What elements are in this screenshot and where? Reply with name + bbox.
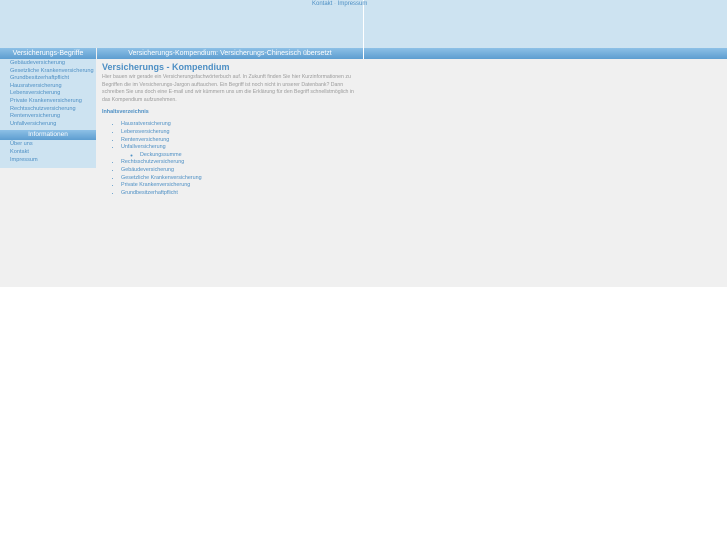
toc-item-gebaeudeversicherung[interactable]: Gebäudeversicherung: [121, 167, 360, 175]
sidebar-terms: Gebäudeversicherung Gesetzliche Krankenv…: [0, 59, 96, 131]
toc-item-gesetzliche-krankenversicherung[interactable]: Gesetzliche Krankenversicherung: [121, 175, 360, 183]
toc-item-rechtsschutzversicherung[interactable]: Rechtsschutzversicherung: [121, 159, 360, 167]
top-links: Kontakt · Impressum: [312, 1, 367, 7]
sidebar-item-gesetzliche-krankenversicherung[interactable]: Gesetzliche Krankenversicherung: [0, 68, 96, 76]
toc-item-unfallversicherung-link[interactable]: Unfallversicherung: [121, 144, 166, 150]
sidebar-item-lebensversicherung[interactable]: Lebensversicherung: [0, 90, 96, 98]
toc-item-grundbesitzerhaftpflicht[interactable]: Grundbesitzerhaftpflicht: [121, 190, 360, 198]
toc-item-rentenversicherung[interactable]: Rentenversicherung: [121, 137, 360, 145]
toplink-impressum[interactable]: Impressum: [338, 1, 368, 7]
main-content: Versicherungs - Kompendium Hier bauen wi…: [102, 60, 360, 197]
toplink-kontakt[interactable]: Kontakt: [312, 1, 332, 7]
sidebar-item-impressum[interactable]: Impressum: [0, 157, 96, 165]
main-title-bar: Versicherungs-Kompendium: Versicherungs-…: [97, 48, 363, 59]
toc-item-hausratversicherung[interactable]: Hausratversicherung: [121, 121, 360, 129]
sidebar-item-rentenversicherung[interactable]: Rentenversicherung: [0, 113, 96, 121]
toc-item-private-krankenversicherung[interactable]: Private Krankenversicherung: [121, 182, 360, 190]
intro-text: Hier bauen wir gerade ein Versicherungsf…: [102, 74, 354, 103]
sidebar-info: Über uns Kontakt Impressum: [0, 140, 96, 169]
page-title: Versicherungs - Kompendium: [102, 62, 230, 72]
toplink-separator: ·: [334, 1, 337, 7]
toc-heading: Inhaltsverzeichnis: [102, 109, 149, 116]
sidebar-item-unfallversicherung[interactable]: Unfallversicherung: [0, 121, 96, 129]
toc-item-lebensversicherung[interactable]: Lebensversicherung: [121, 129, 360, 137]
sidebar-item-gebaeudeversicherung[interactable]: Gebäudeversicherung: [0, 60, 96, 68]
sidebar-item-ueber-uns[interactable]: Über uns: [0, 141, 96, 149]
sidebar-item-kontakt[interactable]: Kontakt: [0, 149, 96, 157]
sidebar-title-bar: Versicherungs-Begriffe: [0, 48, 96, 59]
toc-list: Hausratversicherung Lebensversicherung R…: [102, 121, 360, 197]
sidebar-item-rechtsschutzversicherung[interactable]: Rechtsschutzversicherung: [0, 106, 96, 114]
sidebar-item-private-krankenversicherung[interactable]: Private Krankenversicherung: [0, 98, 96, 106]
right-title-bar: [364, 48, 727, 59]
sidebar: Gebäudeversicherung Gesetzliche Krankenv…: [0, 59, 96, 169]
sidebar-item-hausratversicherung[interactable]: Hausratversicherung: [0, 83, 96, 91]
toc-item-deckungssumme[interactable]: Deckungssumme: [140, 152, 360, 160]
toc-sublist: Deckungssumme: [121, 152, 360, 160]
toc-item-unfallversicherung: Unfallversicherung Deckungssumme: [121, 144, 360, 159]
sidebar-item-grundbesitzerhaftpflicht[interactable]: Grundbesitzerhaftpflicht: [0, 75, 96, 83]
sidebar-info-heading: Informationen: [0, 130, 96, 141]
